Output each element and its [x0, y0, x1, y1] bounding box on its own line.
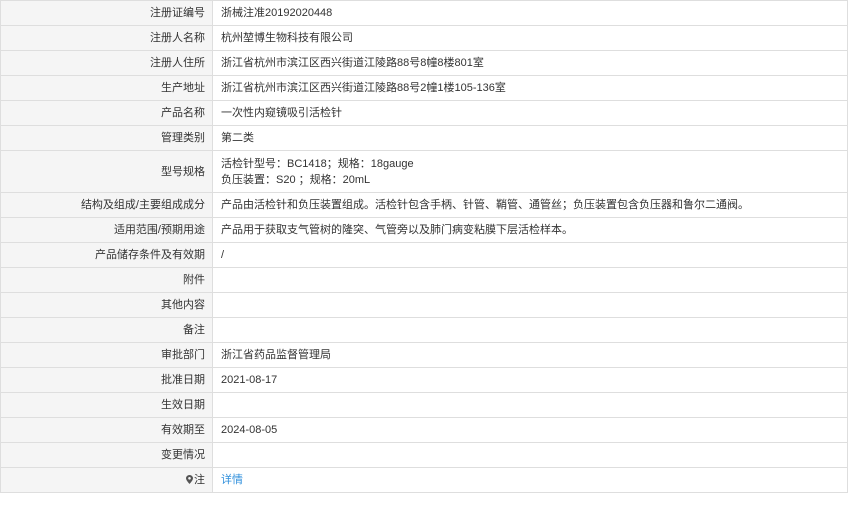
row-label: 注册人名称 [0, 25, 213, 51]
row-label: 生效日期 [0, 392, 213, 418]
row-label: 备注 [0, 317, 213, 343]
table-row: 审批部门 浙江省药品监督管理局 [0, 342, 848, 368]
remarks-value [212, 317, 848, 343]
storage-validity-value: / [212, 242, 848, 268]
row-label: 注册人住所 [0, 50, 213, 76]
table-row: 有效期至 2024-08-05 [0, 417, 848, 443]
table-row: 生产地址 浙江省杭州市滨江区西兴街道江陵路88号2幢1楼105-136室 [0, 75, 848, 101]
table-row: 产品储存条件及有效期 / [0, 242, 848, 268]
attachment-value [212, 267, 848, 293]
model-spec-line-2: 负压装置：S20 ；规格：20mL [221, 173, 371, 186]
registration-number-value: 浙械注准20192020448 [212, 0, 848, 26]
table-row: 变更情况 [0, 442, 848, 468]
product-name-value: 一次性内窥镜吸引活检针 [212, 100, 848, 126]
management-category-value: 第二类 [212, 125, 848, 151]
table-row: 备注 [0, 317, 848, 343]
table-row: 其他内容 [0, 292, 848, 318]
row-label: 结构及组成/主要组成成分 [0, 192, 213, 218]
effective-date-value [212, 392, 848, 418]
table-row: 批准日期 2021-08-17 [0, 367, 848, 393]
structure-composition-value: 产品由活检针和负压装置组成。活检针包含手柄、针管、鞘管、通管丝；负压装置包含负压… [212, 192, 848, 218]
row-label: 型号规格 [0, 150, 213, 193]
change-status-value [212, 442, 848, 468]
row-label: 生产地址 [0, 75, 213, 101]
approval-date-value: 2021-08-17 [212, 367, 848, 393]
row-label: 适用范围/预期用途 [0, 217, 213, 243]
row-label: 其他内容 [0, 292, 213, 318]
table-row: 管理类别 第二类 [0, 125, 848, 151]
table-row: 注册证编号 浙械注准20192020448 [0, 0, 848, 26]
row-label: 批准日期 [0, 367, 213, 393]
approval-department-value: 浙江省药品监督管理局 [212, 342, 848, 368]
intended-use-value: 产品用于获取支气管树的隆突、气管旁以及肺门病变粘膜下层活检样本。 [212, 217, 848, 243]
registrant-name-value: 杭州堃博生物科技有限公司 [212, 25, 848, 51]
table-row: 注册人名称 杭州堃博生物科技有限公司 [0, 25, 848, 51]
expiry-date-value: 2024-08-05 [212, 417, 848, 443]
table-row: 型号规格 活检针型号：BC1418；规格：18gauge 负压装置：S20 ；规… [0, 150, 848, 193]
note-label: 注 [194, 474, 205, 486]
registration-table: 注册证编号 浙械注准20192020448 注册人名称 杭州堃博生物科技有限公司… [0, 0, 848, 493]
details-link[interactable]: 详情 [221, 474, 243, 486]
table-row: 结构及组成/主要组成成分 产品由活检针和负压装置组成。活检针包含手柄、针管、鞘管… [0, 192, 848, 218]
table-row: 产品名称 一次性内窥镜吸引活检针 [0, 100, 848, 126]
production-address-value: 浙江省杭州市滨江区西兴街道江陵路88号2幢1楼105-136室 [212, 75, 848, 101]
pin-icon [186, 475, 193, 484]
row-label: 注册证编号 [0, 0, 213, 26]
row-label: 产品储存条件及有效期 [0, 242, 213, 268]
table-row: 适用范围/预期用途 产品用于获取支气管树的隆突、气管旁以及肺门病变粘膜下层活检样… [0, 217, 848, 243]
row-label: 管理类别 [0, 125, 213, 151]
row-label: 变更情况 [0, 442, 213, 468]
row-label: 审批部门 [0, 342, 213, 368]
row-label: 附件 [0, 267, 213, 293]
table-row: 注册人住所 浙江省杭州市滨江区西兴街道江陵路88号8幢8楼801室 [0, 50, 848, 76]
note-label-cell: 注 [0, 467, 213, 493]
model-spec-line-1: 活检针型号：BC1418；规格：18gauge [221, 157, 414, 170]
model-spec-value: 活检针型号：BC1418；规格：18gauge 负压装置：S20 ；规格：20m… [212, 150, 848, 193]
table-row: 生效日期 [0, 392, 848, 418]
registrant-address-value: 浙江省杭州市滨江区西兴街道江陵路88号8幢8楼801室 [212, 50, 848, 76]
table-row: 附件 [0, 267, 848, 293]
other-content-value [212, 292, 848, 318]
note-value-cell: 详情 [212, 467, 848, 493]
table-row: 注 详情 [0, 467, 848, 493]
row-label: 有效期至 [0, 417, 213, 443]
row-label: 产品名称 [0, 100, 213, 126]
